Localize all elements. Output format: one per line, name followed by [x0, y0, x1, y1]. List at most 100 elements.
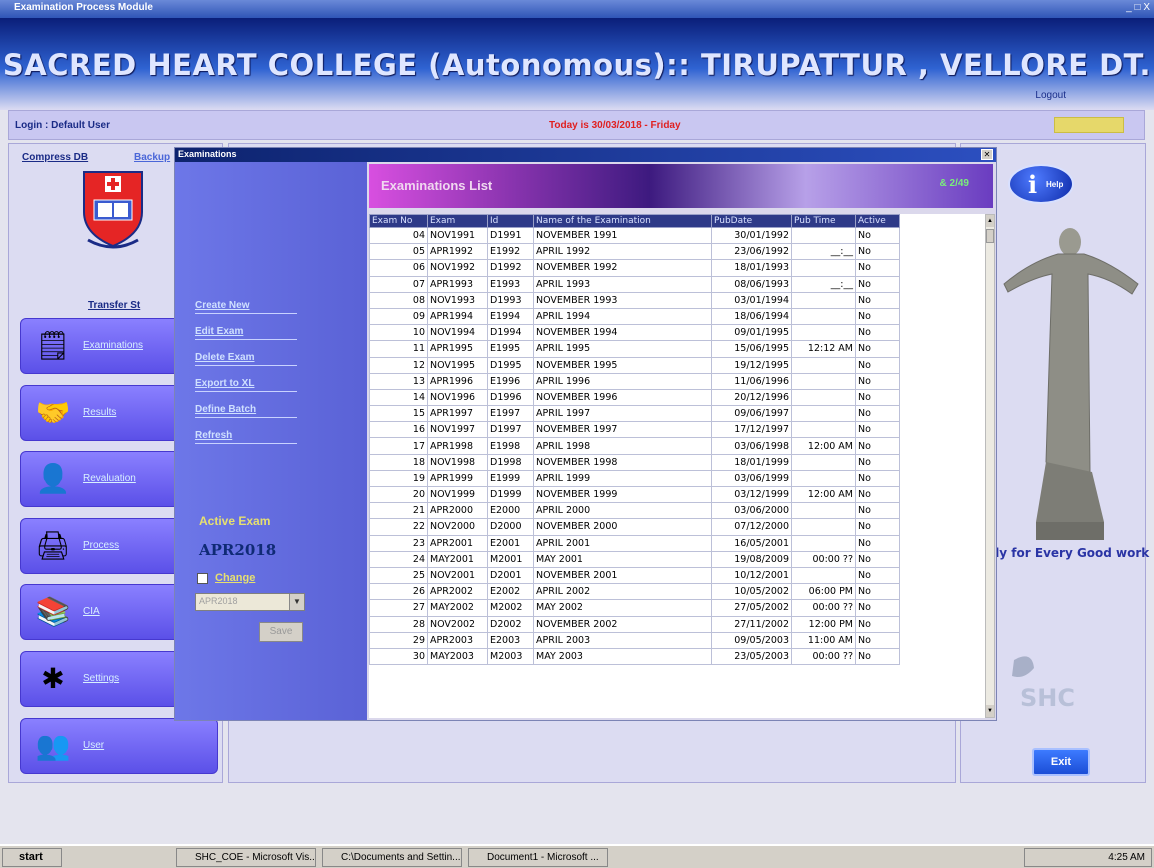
- table-row[interactable]: 21 APR2000 E2000 APRIL 2000 03/06/2000 No: [369, 502, 900, 520]
- cell-pubdate: 03/12/1999: [711, 485, 792, 504]
- table-row[interactable]: 11 APR1995 E1995 APRIL 1995 15/06/1995 12:12 …: [369, 340, 900, 358]
- dialog-titlebar: Examinations ✕: [175, 148, 996, 162]
- table-row[interactable]: 26 APR2002 E2002 APRIL 2002 10/05/2002 06:00 …: [369, 583, 900, 601]
- cell-name: NOVEMBER 2002: [533, 615, 712, 633]
- cell-id: E1992: [487, 243, 534, 261]
- cell-pubdate: 18/06/1994: [711, 307, 792, 326]
- scroll-up-icon[interactable]: ▲: [986, 215, 994, 227]
- export-to-xl-link[interactable]: Export to XL: [195, 378, 254, 389]
- cell-exam: APR1998: [427, 437, 488, 455]
- table-row[interactable]: 14 NOV1996 D1996 NOVEMBER 1996 20/12/1996 No: [369, 388, 900, 407]
- handshake-icon: 🤝: [35, 397, 71, 428]
- logout-link[interactable]: Logout: [1035, 90, 1066, 101]
- scroll-down-icon[interactable]: ▼: [986, 705, 994, 717]
- cell-id: D1998: [487, 453, 534, 471]
- cell-exam-no: 19: [369, 469, 428, 488]
- login-status: Login : Default User: [15, 120, 111, 131]
- table-row[interactable]: 30 MAY2003 M2003 MAY 2003 23/05/2003 00:00 ??…: [369, 647, 900, 666]
- table-row[interactable]: 09 APR1994 E1994 APRIL 1994 18/06/1994 No: [369, 307, 900, 326]
- cell-pubdate: 15/06/1995: [711, 340, 792, 358]
- cell-id: D1995: [487, 356, 534, 374]
- scroll-thumb[interactable]: [986, 229, 994, 243]
- dialog-title: Examinations: [178, 149, 237, 159]
- tools-icon: ✱: [41, 663, 65, 694]
- col-active[interactable]: Active: [855, 214, 900, 228]
- table-row[interactable]: 22 NOV2000 D2000 NOVEMBER 2000 07/12/2000 No: [369, 518, 900, 536]
- taskbar-item-explorer[interactable]: C:\Documents and Settin...: [322, 848, 462, 867]
- transfer-students-link[interactable]: Transfer St: [88, 300, 140, 311]
- col-exam[interactable]: Exam: [427, 214, 488, 228]
- col-id[interactable]: Id: [487, 214, 534, 228]
- col-pubdate[interactable]: PubDate: [711, 214, 792, 228]
- table-row[interactable]: 07 APR1993 E1993 APRIL 1993 08/06/1993 __:__ N…: [369, 275, 900, 293]
- table-row[interactable]: 06 NOV1992 D1992 NOVEMBER 1992 18/01/1993 No: [369, 259, 900, 277]
- examinations-grid[interactable]: Exam No Exam Id Name of the Examination …: [369, 214, 985, 718]
- delete-exam-link[interactable]: Delete Exam: [195, 352, 254, 363]
- divider: [195, 313, 297, 314]
- active-exam-select[interactable]: APR2018 ▼: [195, 593, 305, 611]
- define-batch-link[interactable]: Define Batch: [195, 404, 256, 415]
- cell-pubdate: 23/06/1992: [711, 243, 792, 261]
- start-button[interactable]: start: [2, 848, 62, 867]
- divider: [195, 365, 297, 366]
- vertical-scrollbar[interactable]: ▲ ▼: [985, 214, 995, 718]
- system-tray-clock: 4:25 AM: [1024, 848, 1152, 867]
- save-button[interactable]: Save: [259, 622, 303, 642]
- cell-name: NOVEMBER 1991: [533, 226, 712, 245]
- table-row[interactable]: 19 APR1999 E1999 APRIL 1999 03/06/1999 No: [369, 469, 900, 488]
- cell-exam-no: 25: [369, 566, 428, 585]
- cell-exam: APR2000: [427, 502, 488, 520]
- table-row[interactable]: 15 APR1997 E1997 APRIL 1997 09/06/1997 No: [369, 405, 900, 423]
- help-button[interactable]: i Help: [1008, 164, 1074, 204]
- table-row[interactable]: 25 NOV2001 D2001 NOVEMBER 2001 10/12/2001 No: [369, 566, 900, 585]
- edit-exam-link[interactable]: Edit Exam: [195, 326, 243, 337]
- table-row[interactable]: 13 APR1996 E1996 APRIL 1996 11/06/1996 No: [369, 372, 900, 390]
- cell-id: D2001: [487, 566, 534, 585]
- cell-id: M2002: [487, 599, 534, 617]
- cell-pubdate: 09/06/1997: [711, 405, 792, 423]
- window-controls[interactable]: _ □ X: [1126, 2, 1150, 13]
- cell-pubdate: 03/06/1999: [711, 469, 792, 488]
- table-row[interactable]: 18 NOV1998 D1998 NOVEMBER 1998 18/01/1999 No: [369, 453, 900, 471]
- cell-id: D1997: [487, 421, 534, 439]
- close-icon[interactable]: ✕: [981, 149, 993, 160]
- cell-pubdate: 03/06/1998: [711, 437, 792, 455]
- table-row[interactable]: 05 APR1992 E1992 APRIL 1992 23/06/1992 __:__ N…: [369, 243, 900, 261]
- cell-id: M2001: [487, 550, 534, 568]
- table-row[interactable]: 27 MAY2002 M2002 MAY 2002 27/05/2002 00:00 ??…: [369, 599, 900, 617]
- table-row[interactable]: 10 NOV1994 D1994 NOVEMBER 1994 09/01/1995 No: [369, 324, 900, 342]
- table-row[interactable]: 12 NOV1995 D1995 NOVEMBER 1995 19/12/1995 No: [369, 356, 900, 374]
- backup-link[interactable]: Backup: [134, 152, 170, 163]
- nav-label: Revaluation: [83, 473, 136, 484]
- table-row[interactable]: 08 NOV1993 D1993 NOVEMBER 1993 03/01/1994 No: [369, 291, 900, 309]
- table-row[interactable]: 29 APR2003 E2003 APRIL 2003 09/05/2003 11:00 …: [369, 631, 900, 649]
- compress-db-link[interactable]: Compress DB: [22, 152, 88, 163]
- taskbar-item-word[interactable]: Document1 - Microsoft ...: [468, 848, 608, 867]
- col-pubtime[interactable]: Pub Time: [791, 214, 856, 228]
- cell-active: No: [855, 566, 900, 585]
- cell-pubtime: 00:00 ??: [791, 647, 856, 666]
- change-checkbox[interactable]: [197, 573, 208, 584]
- cell-exam: NOV1995: [427, 356, 488, 374]
- table-row[interactable]: 24 MAY2001 M2001 MAY 2001 19/08/2009 00:00 ??…: [369, 550, 900, 568]
- taskbar-item-vb[interactable]: SHC_COE - Microsoft Vis...: [176, 848, 316, 867]
- table-row[interactable]: 28 NOV2002 D2002 NOVEMBER 2002 27/11/2002 12:…: [369, 615, 900, 633]
- table-row[interactable]: 16 NOV1997 D1997 NOVEMBER 1997 17/12/1997 No: [369, 421, 900, 439]
- cell-exam-no: 21: [369, 502, 428, 520]
- table-row[interactable]: 23 APR2001 E2001 APRIL 2001 16/05/2001 No: [369, 534, 900, 552]
- chevron-down-icon[interactable]: ▼: [289, 594, 304, 610]
- create-new-link[interactable]: Create New: [195, 300, 249, 311]
- col-name[interactable]: Name of the Examination: [533, 214, 712, 228]
- col-exam-no[interactable]: Exam No: [369, 214, 428, 228]
- cell-exam-no: 28: [369, 615, 428, 633]
- table-row[interactable]: 20 NOV1999 D1999 NOVEMBER 1999 03/12/1999 12:…: [369, 485, 900, 504]
- refresh-link[interactable]: Refresh: [195, 430, 232, 441]
- sacred-heart-statue-image: [1003, 228, 1139, 540]
- table-row[interactable]: 17 APR1998 E1998 APRIL 1998 03/06/1998 12:00 …: [369, 437, 900, 455]
- cell-exam: NOV2002: [427, 615, 488, 633]
- cell-active: No: [855, 534, 900, 552]
- cell-active: No: [855, 437, 900, 455]
- table-row[interactable]: 04 NOV1991 D1991 NOVEMBER 1991 30/01/1992 No: [369, 226, 900, 245]
- nav-user-button[interactable]: 👥 User: [20, 718, 218, 774]
- exit-button[interactable]: Exit: [1032, 748, 1090, 776]
